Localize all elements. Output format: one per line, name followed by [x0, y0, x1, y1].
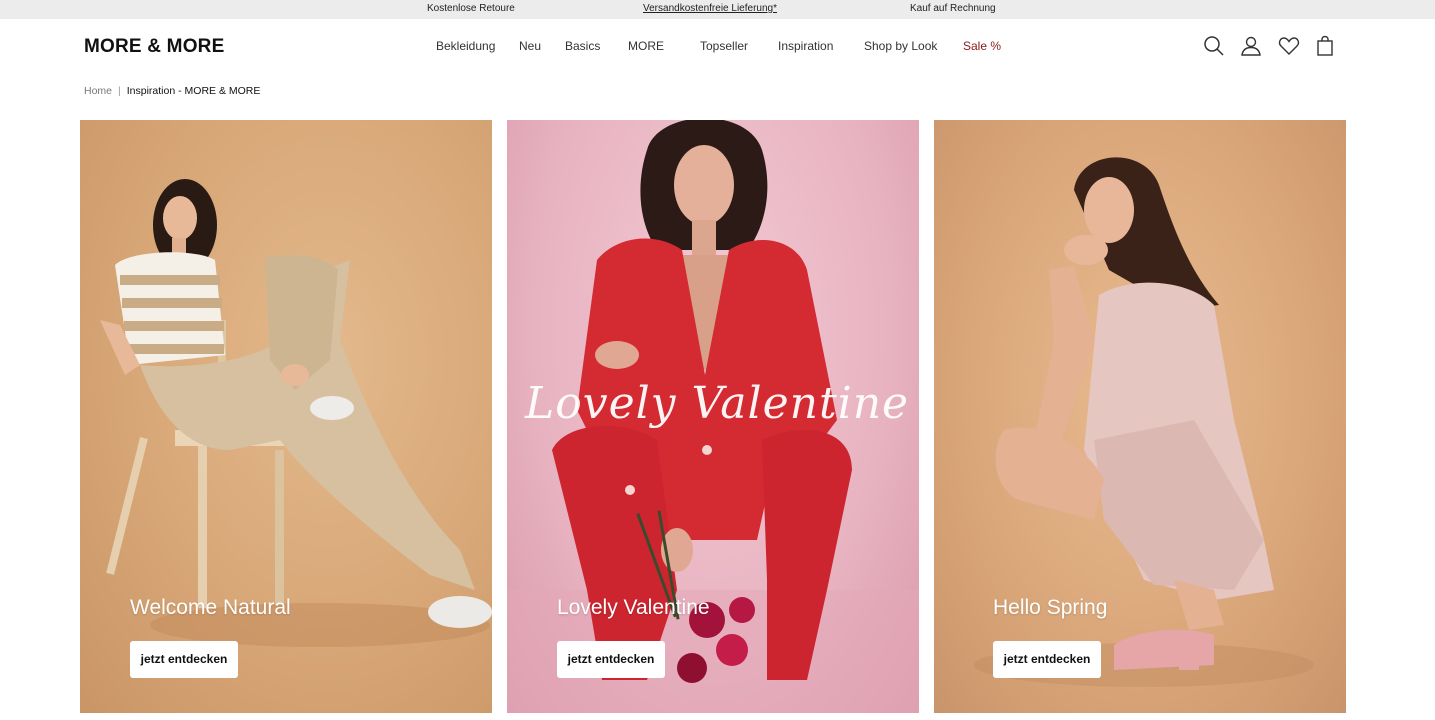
- service-bar: Kostenlose Retoure Versandkostenfreie Li…: [0, 0, 1435, 19]
- breadcrumb-current: Inspiration - MORE & MORE: [126, 85, 261, 97]
- breadcrumb: Home | Inspiration - MORE & MORE: [84, 85, 260, 97]
- card-title: Hello Spring: [993, 596, 1108, 619]
- search-icon[interactable]: [1203, 35, 1225, 57]
- inspiration-card-hello-spring[interactable]: Hello Spring jetzt entdecken: [934, 120, 1346, 713]
- breadcrumb-separator: |: [118, 85, 121, 97]
- service-returns: Kostenlose Retoure: [427, 3, 515, 14]
- inspiration-card-lovely-valentine[interactable]: Lovely Valentine Lovely Valentine jetzt …: [507, 120, 919, 713]
- model-seated-chair-image: [100, 179, 492, 647]
- card-title: Lovely Valentine: [557, 596, 710, 619]
- nav-neu[interactable]: Neu: [519, 39, 541, 53]
- nav-basics[interactable]: Basics: [565, 39, 600, 53]
- discover-button[interactable]: jetzt entdecken: [130, 641, 238, 678]
- discover-button[interactable]: jetzt entdecken: [993, 641, 1101, 678]
- nav-bekleidung[interactable]: Bekleidung: [436, 39, 495, 53]
- nav-topseller[interactable]: Topseller: [700, 39, 748, 53]
- service-free-shipping-link[interactable]: Versandkostenfreie Lieferung*: [643, 3, 777, 14]
- nav-inspiration[interactable]: Inspiration: [778, 39, 833, 53]
- nav-more[interactable]: MORE: [628, 39, 664, 53]
- cart-icon[interactable]: [1314, 35, 1336, 57]
- model-pink-dress-image: [974, 157, 1314, 687]
- account-icon[interactable]: [1240, 35, 1262, 57]
- nav-sale[interactable]: Sale %: [963, 39, 1001, 53]
- inspiration-card-welcome-natural[interactable]: Welcome Natural jetzt entdecken: [80, 120, 492, 713]
- wishlist-icon[interactable]: [1278, 35, 1300, 57]
- nav-shop-by-look[interactable]: Shop by Look: [864, 39, 937, 53]
- breadcrumb-home[interactable]: Home: [84, 85, 112, 97]
- discover-button[interactable]: jetzt entdecken: [557, 641, 665, 678]
- service-invoice: Kauf auf Rechnung: [910, 3, 996, 14]
- logo[interactable]: MORE & MORE: [84, 36, 224, 58]
- valentine-script-overlay: Lovely Valentine: [525, 378, 910, 429]
- card-title: Welcome Natural: [130, 596, 291, 619]
